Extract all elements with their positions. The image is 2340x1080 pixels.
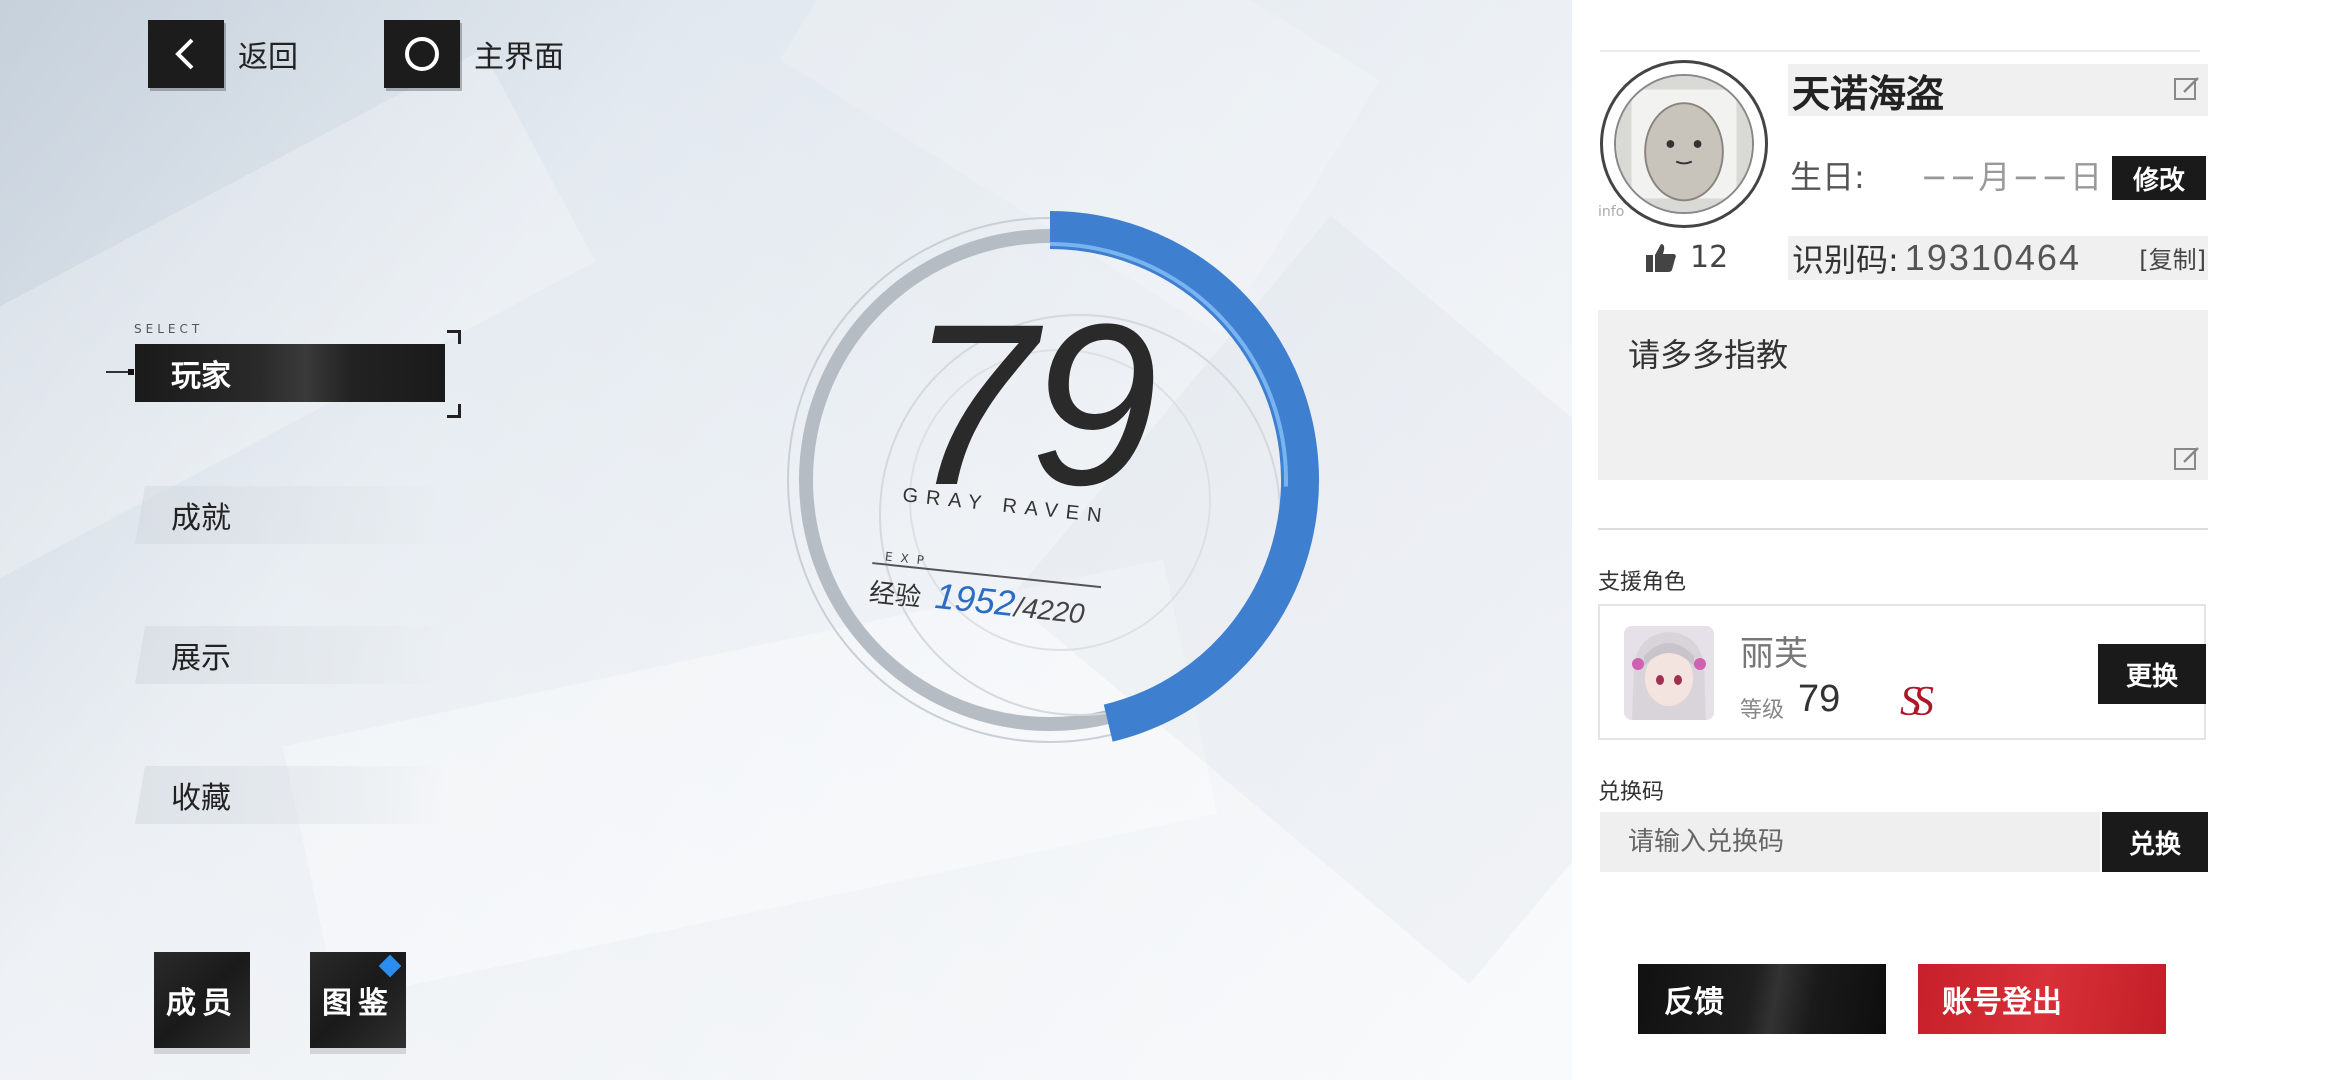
signature-box: 请多多指教 (1598, 310, 2208, 480)
support-level-label: 等级 (1740, 698, 1785, 723)
avatar[interactable] (1600, 60, 1768, 228)
avatar-image (1614, 74, 1754, 214)
logout-button[interactable]: 账号登出 (1918, 964, 2166, 1034)
player-name-text: 天诺海盗 (1792, 71, 1945, 116)
support-rank-badge: SS (1900, 679, 1934, 725)
gallery-label: 图鉴 (322, 986, 394, 1021)
members-label: 成员 (166, 986, 238, 1021)
redeem-code-input[interactable] (1600, 812, 2100, 872)
menu-item-label: 收藏 (171, 781, 231, 816)
thumbs-up-icon (1646, 243, 1676, 272)
redeem-label: 兑换 (2128, 829, 2181, 860)
change-support-button[interactable]: 更换 (2098, 644, 2206, 704)
support-character-card: 丽芙 等级 79 SS 更换 (1598, 604, 2206, 740)
player-name: 天诺海盗 (1788, 64, 2208, 116)
exp-label: 经验 (867, 577, 923, 614)
edit-icon[interactable] (2172, 444, 2202, 474)
character-portrait-icon (1624, 626, 1714, 720)
back-label: 返回 (238, 40, 298, 75)
circle-icon (384, 20, 460, 88)
logout-label: 账号登出 (1942, 985, 2062, 1020)
menu-item-collection[interactable]: 收藏 (135, 766, 445, 824)
redeem-section-label: 兑换码 (1598, 780, 1665, 805)
select-indicator (106, 369, 134, 375)
modify-label: 修改 (2132, 165, 2185, 196)
select-tag: SELECT (134, 322, 204, 336)
menu-item-label: 成就 (171, 501, 231, 536)
menu-item-achievements[interactable]: 成就 (135, 486, 445, 544)
uid-label: 识别码: (1792, 241, 1899, 279)
like-count: 12 (1690, 240, 1729, 275)
feedback-button[interactable]: 反馈 (1638, 964, 1886, 1034)
select-bracket (447, 404, 461, 418)
profile-panel: info 天诺海盗 生日: −−月−−日 修改 12 识别码: 19310464… (1572, 0, 2340, 1080)
modify-birthday-button[interactable]: 修改 (2112, 156, 2206, 200)
birthday-row: 生日: −−月−−日 (1790, 152, 2104, 198)
uid-row: 识别码: 19310464 [复制] (1788, 236, 2208, 280)
change-label: 更换 (2125, 661, 2178, 692)
support-character-name: 丽芙 (1740, 634, 1808, 674)
divider (1598, 528, 2208, 530)
potato-avatar-icon (1616, 76, 1752, 212)
avatar-info-tag: info (1598, 204, 1625, 220)
back-button[interactable]: 返回 (148, 20, 298, 88)
birthday-value: −−月−−日 (1920, 158, 2105, 196)
select-bracket (447, 330, 461, 344)
uid-value: 19310464 (1904, 237, 2081, 278)
menu-item-label: 玩家 (171, 359, 231, 394)
members-button[interactable]: 成员 (154, 952, 250, 1048)
gallery-button[interactable]: 图鉴 (310, 952, 406, 1048)
like-button[interactable]: 12 (1644, 240, 1728, 275)
menu-item-display[interactable]: 展示 (135, 626, 445, 684)
signature-text: 请多多指教 (1628, 336, 1789, 374)
diamond-badge-icon (378, 954, 402, 978)
chevron-left-icon (148, 20, 224, 88)
exp-max: /4220 (1013, 591, 1086, 630)
birthday-label: 生日: (1790, 158, 1865, 196)
support-section-label: 支援角色 (1598, 570, 1687, 595)
feedback-label: 反馈 (1664, 985, 1724, 1020)
home-label: 主界面 (474, 40, 564, 75)
menu-item-player[interactable]: 玩家 (135, 344, 445, 402)
redeem-button[interactable]: 兑换 (2102, 812, 2208, 872)
menu-item-label: 展示 (171, 641, 231, 676)
edit-icon[interactable] (2172, 74, 2202, 104)
exp-current: 1952 (933, 574, 1018, 625)
divider (1600, 50, 2200, 52)
home-button[interactable]: 主界面 (384, 20, 564, 88)
support-level-value: 79 (1798, 678, 1841, 720)
copy-uid-button[interactable]: [复制] (2139, 240, 2206, 275)
support-character-avatar (1624, 626, 1714, 720)
